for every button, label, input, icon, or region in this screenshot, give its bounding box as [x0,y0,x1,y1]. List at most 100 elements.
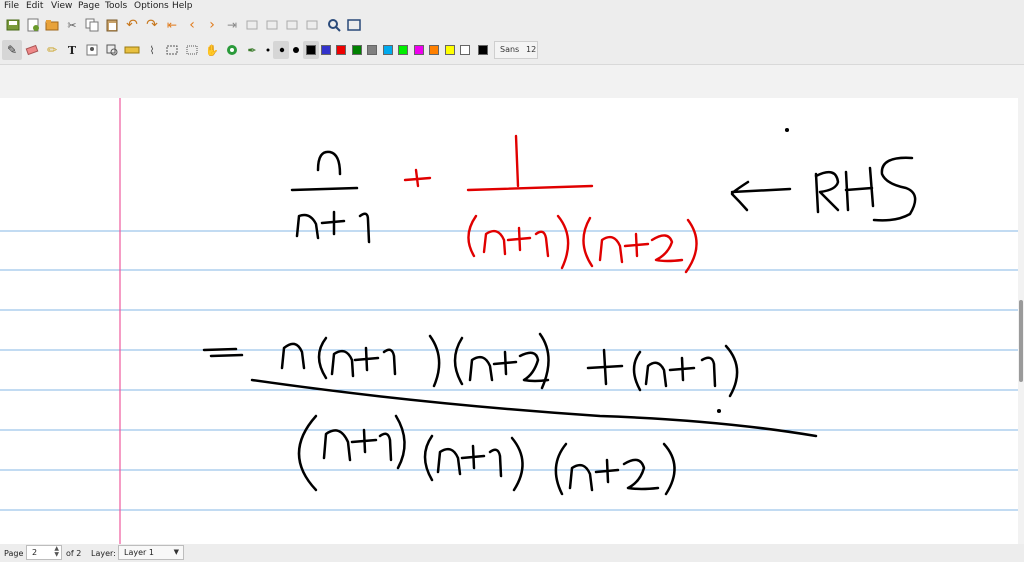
chevron-down-icon: ▼ [173,548,179,556]
zoom-out-icon[interactable] [284,17,300,33]
shape-recognizer-icon[interactable] [104,42,120,58]
zoom-in-icon[interactable] [304,17,320,33]
ink-stroke [280,342,306,370]
color-white-swatch[interactable] [460,45,470,55]
magnifier-icon[interactable] [326,17,342,33]
ink-stroke [382,348,397,376]
default-pen-icon[interactable] [224,42,240,58]
ink-stroke [297,414,318,492]
ink-stroke [644,361,668,388]
ink-stroke [518,351,550,383]
layer-label: Layer: [91,549,116,558]
ink-stroke [872,156,917,222]
ink-stroke [554,442,568,496]
ink-stroke [730,180,750,212]
open-folder-icon[interactable] [44,17,60,33]
color-cyan-swatch[interactable] [383,45,393,55]
eraser-icon[interactable] [24,42,40,58]
color-red-swatch[interactable] [336,45,346,55]
ink-stroke [453,336,464,386]
fullscreen-icon[interactable] [346,17,362,33]
default-highlighter-icon[interactable]: ✒ [244,42,260,58]
ink-stroke [202,347,238,352]
color-green-swatch[interactable] [352,45,362,55]
ink-stroke [684,218,698,274]
ink-layer[interactable] [0,98,1018,544]
color-orange-swatch[interactable] [429,45,439,55]
color-yellow-swatch[interactable] [445,45,455,55]
page-new-icon[interactable] [244,17,260,33]
ink-stroke [602,348,608,386]
ink-stroke [510,436,524,492]
menu-page[interactable]: Page [78,1,100,11]
vertical-scrollbar-thumb[interactable] [1019,300,1023,382]
menu-edit[interactable]: Edit [26,1,43,11]
color-gray-swatch[interactable] [367,45,377,55]
thick-pen-icon[interactable] [288,42,304,58]
main-toolbar: ✂ ↶ ↷ ⇤ ‹ › ⇥ [0,14,1024,38]
ink-stroke [209,353,244,358]
menu-view[interactable]: View [51,1,72,11]
ink-stroke [423,434,434,482]
menu-tools[interactable]: Tools [105,1,127,11]
page-number-spinner[interactable]: 2 ▲ ▼ [26,545,62,560]
menu-help[interactable]: Help [172,1,193,11]
vertical-space-icon[interactable] [184,42,200,58]
rect-select-icon[interactable] [164,42,180,58]
text-tool-icon[interactable]: T [64,42,80,58]
page-delete-icon[interactable] [264,17,280,33]
ruler-icon[interactable] [124,42,140,58]
new-file-icon[interactable] [25,17,41,33]
ink-stroke [568,463,594,492]
ink-stroke [724,344,739,398]
color-black-swatch[interactable] [306,45,316,55]
hand-tool-icon[interactable]: ✋ [204,42,220,58]
ink-stroke [394,414,406,470]
undo-icon[interactable]: ↶ [124,17,140,33]
color-custom-swatch[interactable] [478,45,488,55]
ink-stroke [468,355,494,382]
ink-stroke [467,214,478,258]
ink-stroke [482,229,507,256]
next-page-icon[interactable]: › [204,17,220,33]
highlighter-icon[interactable]: ✏ [44,42,60,58]
ink-stroke [556,214,570,270]
ink-stroke [414,168,420,188]
menu-file[interactable]: File [4,1,19,11]
ink-stroke [322,429,352,462]
font-size: 12 [526,45,537,54]
ink-stroke [362,428,367,454]
cut-icon[interactable]: ✂ [64,17,80,33]
save-icon[interactable] [5,17,21,33]
first-page-icon[interactable]: ⇤ [164,17,180,33]
redo-icon[interactable]: ↷ [144,17,160,33]
copy-icon[interactable] [84,17,100,33]
font-name: Sans [500,45,520,54]
ink-stroke [378,432,393,462]
color-lime-swatch[interactable] [398,45,408,55]
layer-value: Layer 1 [124,548,154,557]
status-bar: Page 2 ▲ ▼ of 2 Layer: Layer 1 ▼ [0,544,1024,562]
menu-options[interactable]: Options [134,1,169,11]
pen-icon[interactable]: ✎ [4,42,20,58]
page-label: Page [4,549,24,558]
ink-stroke [632,350,642,392]
ink-stroke [598,235,624,264]
ink-stroke [514,134,520,188]
spinner-arrows-icon[interactable]: ▲ ▼ [54,546,59,558]
ink-stroke [784,127,790,133]
font-button[interactable]: Sans 12 [494,41,538,59]
ink-stroke [680,356,685,382]
ink-stroke [250,378,818,438]
image-tool-icon[interactable] [84,42,100,58]
color-blue-swatch[interactable] [321,45,331,55]
previous-page-icon[interactable]: ‹ [184,17,200,33]
paste-icon[interactable] [104,17,120,33]
layer-select[interactable]: Layer 1 ▼ [118,545,184,560]
ink-stroke [471,444,476,470]
lasso-select-icon[interactable]: ⌇ [144,42,160,58]
ink-stroke [316,150,342,176]
ink-stroke [650,234,684,263]
last-page-icon[interactable]: ⇥ [224,17,240,33]
color-magenta-swatch[interactable] [414,45,424,55]
